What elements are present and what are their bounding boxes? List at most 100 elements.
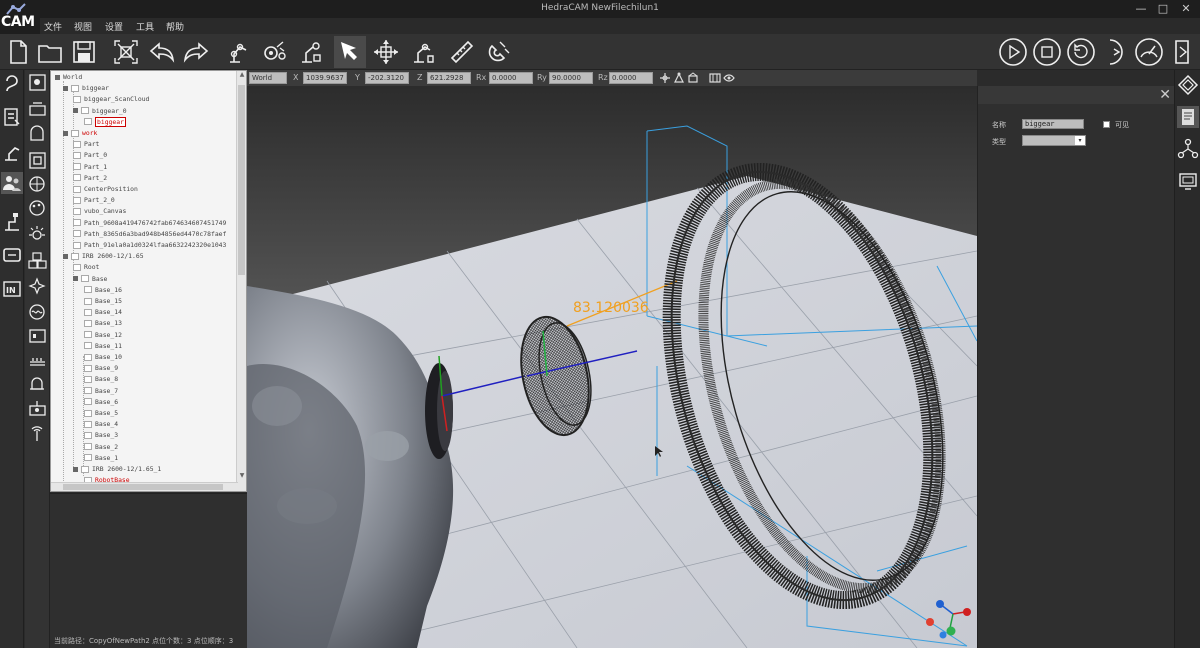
tree-item[interactable]: Part_0 xyxy=(73,150,107,161)
play-icon[interactable] xyxy=(998,37,1028,67)
tree-item[interactable]: biggear xyxy=(63,83,109,94)
tree-node-icon[interactable] xyxy=(84,331,92,339)
x-field[interactable]: 1039.9637 xyxy=(303,72,347,84)
tree-item[interactable]: Base_16 xyxy=(84,285,122,296)
document-icon[interactable] xyxy=(1177,106,1199,128)
3d-viewport[interactable]: 83.120036 xyxy=(247,86,977,648)
tree-item[interactable]: IRB 2600-12/1.65_1 xyxy=(73,464,161,475)
tree-node-icon[interactable] xyxy=(73,95,81,103)
gear-light-icon[interactable] xyxy=(27,224,48,245)
ry-field[interactable]: 90.0000 xyxy=(549,72,593,84)
tree-item[interactable]: Base_14 xyxy=(84,307,122,318)
frame-select[interactable]: World xyxy=(249,72,287,84)
tree-expander-icon[interactable] xyxy=(63,130,68,136)
tree-item[interactable]: biggear xyxy=(84,116,126,128)
z-field[interactable]: 621.2928 xyxy=(427,72,471,84)
tree-item[interactable]: Base_3 xyxy=(84,430,118,441)
step-icon[interactable] xyxy=(1100,37,1130,67)
scene-canvas[interactable] xyxy=(247,86,977,648)
tree-item[interactable]: Base_4 xyxy=(84,419,118,430)
tree-node-icon[interactable] xyxy=(73,263,81,271)
tree-item[interactable]: Base_6 xyxy=(84,397,118,408)
tree-item[interactable]: Base_13 xyxy=(84,318,122,329)
tree-node-icon[interactable] xyxy=(84,409,92,417)
tree-node-icon[interactable] xyxy=(84,342,92,350)
tree-node-icon[interactable] xyxy=(84,398,92,406)
tree-expander-icon[interactable] xyxy=(73,108,78,114)
chevron-down-icon[interactable]: ▾ xyxy=(1075,136,1085,145)
menu-view[interactable]: 视图 xyxy=(74,20,92,33)
layers-icon[interactable] xyxy=(27,72,48,93)
tree-item[interactable]: Part_2_0 xyxy=(73,195,115,206)
tree-node-icon[interactable] xyxy=(84,364,92,372)
tree-node-icon[interactable] xyxy=(84,443,92,451)
tree-node-icon[interactable] xyxy=(73,241,81,249)
tree-scroll-thumb[interactable] xyxy=(238,85,245,275)
robot-arm-icon[interactable] xyxy=(1,140,23,162)
tree-node-icon[interactable] xyxy=(84,286,92,294)
tree-item[interactable]: Path_8365d6a3bad948b4856ed4470c78faef xyxy=(73,229,226,240)
tree-node-icon[interactable] xyxy=(84,118,92,126)
tree-expander-icon[interactable] xyxy=(55,74,60,80)
tree-item[interactable]: Path_9608a419476742fab674634607451749 xyxy=(73,218,226,229)
tree-item[interactable]: IRB 2600-12/1.65 xyxy=(63,251,144,262)
scroll-up-icon[interactable]: ▲ xyxy=(238,71,246,80)
tree-item[interactable]: Path_91ela0a1d0324lfaa6632242320e1043 xyxy=(73,240,226,251)
tree-node-icon[interactable] xyxy=(84,454,92,462)
tree-vertical-scrollbar[interactable]: ▲ ▼ xyxy=(236,71,246,491)
tree-horizontal-scrollbar[interactable] xyxy=(51,482,238,491)
tree-node-icon[interactable] xyxy=(73,230,81,238)
tree-expander-icon[interactable] xyxy=(73,276,78,282)
new-file-icon[interactable] xyxy=(2,36,34,68)
frame-icon[interactable] xyxy=(27,150,48,171)
menu-file[interactable]: 文件 xyxy=(44,20,62,33)
network-icon[interactable] xyxy=(1177,138,1199,160)
user-group-icon[interactable] xyxy=(1,172,23,194)
tree-node-icon[interactable] xyxy=(84,375,92,383)
menu-tools[interactable]: 工具 xyxy=(136,20,154,33)
menu-help[interactable]: 帮助 xyxy=(166,20,184,33)
save-icon[interactable] xyxy=(68,36,100,68)
tree-node-icon[interactable] xyxy=(73,219,81,227)
tree-item[interactable]: Base_15 xyxy=(84,296,122,307)
end-icon[interactable] xyxy=(1168,37,1198,67)
tree-item[interactable]: Base_7 xyxy=(84,386,118,397)
tree-node-icon[interactable] xyxy=(84,308,92,316)
camera-robot-icon[interactable] xyxy=(27,398,48,419)
maximize-button[interactable]: □ xyxy=(1152,0,1174,18)
select-cursor-icon[interactable] xyxy=(334,36,366,68)
program-icon[interactable] xyxy=(1,106,23,128)
scroll-down-icon[interactable]: ▼ xyxy=(238,472,246,481)
antenna-icon[interactable] xyxy=(27,422,48,443)
diamond-icon[interactable] xyxy=(1177,74,1199,96)
tree-node-icon[interactable] xyxy=(73,174,81,182)
tree-node-icon[interactable] xyxy=(84,297,92,305)
type-select[interactable]: ▾ xyxy=(1022,135,1086,146)
redo-icon[interactable] xyxy=(180,36,212,68)
robot-target-icon[interactable] xyxy=(294,36,326,68)
show-grid-icon[interactable] xyxy=(709,72,721,84)
tool-icon[interactable] xyxy=(1,210,23,232)
undo-icon[interactable] xyxy=(146,36,178,68)
robot-settings-icon[interactable] xyxy=(258,36,290,68)
tree-expander-icon[interactable] xyxy=(63,253,68,259)
io-module-icon[interactable] xyxy=(1,244,23,266)
close-panel-icon[interactable]: ✕ xyxy=(1159,87,1171,103)
rz-field[interactable]: 0.0000 xyxy=(609,72,653,84)
tree-item[interactable]: Base_9 xyxy=(84,363,118,374)
stack-icon[interactable] xyxy=(27,98,48,119)
ruler-icon[interactable] xyxy=(446,36,478,68)
tree-item[interactable]: biggear_0 xyxy=(73,106,127,117)
shape-icon[interactable] xyxy=(27,124,48,145)
tree-item[interactable]: vubo_Canvas xyxy=(73,206,126,217)
y-field[interactable]: -202.3120 xyxy=(365,72,409,84)
bell-icon[interactable] xyxy=(27,374,48,395)
path-icon[interactable] xyxy=(1,72,23,94)
minimize-button[interactable]: — xyxy=(1130,0,1152,18)
tree-item[interactable]: Base_5 xyxy=(84,408,118,419)
conveyor-icon[interactable] xyxy=(27,350,48,371)
snap-vertex-icon[interactable] xyxy=(673,72,685,84)
tree-item[interactable]: Base_10 xyxy=(84,352,122,363)
tree-expander-icon[interactable] xyxy=(63,85,68,91)
tree-item[interactable]: Base_1 xyxy=(84,453,118,464)
